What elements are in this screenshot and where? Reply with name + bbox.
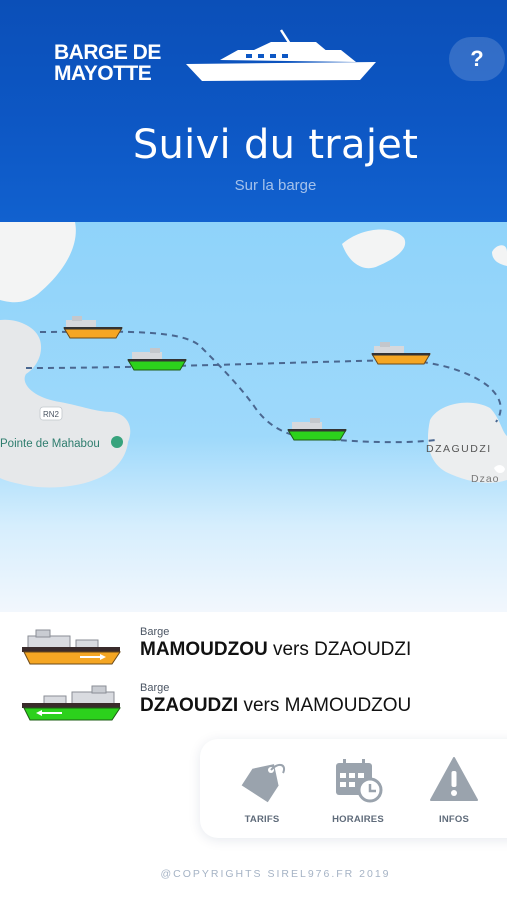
help-button[interactable]: ?	[449, 37, 505, 81]
nav-item-infos[interactable]: INFOS	[414, 739, 494, 838]
road-label: RN2	[43, 410, 60, 419]
town-label: DZAGUDZI	[426, 443, 492, 455]
page-subtitle: Sur la barge	[234, 177, 317, 194]
page-title: Suivi du trajet	[132, 122, 419, 168]
tag-icon	[241, 763, 285, 803]
nav-item-horaires[interactable]: HORAIRES	[318, 739, 398, 838]
nav-label: INFOS	[438, 814, 470, 825]
route-to: MAMOUDZOU	[284, 695, 412, 716]
poi-label: Pointe de Mahabou	[0, 438, 100, 450]
legend-caption: Barge	[140, 682, 170, 694]
route-map[interactable]: RN2 Pointe de Mahabou DZAGUDZI Dzao	[0, 222, 507, 612]
copyright-text: @COPYRIGHTS SIREL976.FR 2019	[160, 868, 391, 880]
legend-route-text: DZAOUDZI vers MAMOUDZOU	[140, 695, 411, 717]
ship-logo-icon	[186, 29, 376, 81]
green-barge-icon	[22, 685, 121, 721]
app-logo-text: BARGE DE MAYOTTE	[54, 42, 161, 84]
logo-line-1: BARGE DE	[54, 41, 161, 64]
route-to: DZAOUDZI	[314, 639, 412, 660]
bottom-nav: TARIFS HORAIRES INFOS	[200, 739, 507, 838]
warning-icon	[430, 757, 478, 801]
orange-barge-icon	[22, 629, 121, 665]
logo-line-2: MAYOTTE	[54, 62, 152, 85]
nav-label: TARIFS	[244, 814, 280, 825]
calendar-clock-icon	[336, 759, 383, 803]
route-from: DZAOUDZI	[140, 695, 239, 716]
route-vers: vers	[272, 639, 309, 660]
poi-marker-icon	[111, 436, 123, 448]
app-header: BARGE DE MAYOTTE ? Suivi du trajet Sur l…	[0, 0, 507, 222]
nav-label: HORAIRES	[332, 814, 384, 825]
route-from: MAMOUDZOU	[140, 639, 268, 660]
legend-route-text: MAMOUDZOU vers DZAOUDZI	[140, 639, 411, 661]
route-vers: vers	[243, 695, 280, 716]
legend-caption: Barge	[140, 626, 170, 638]
nav-item-tarifs[interactable]: TARIFS	[222, 739, 302, 838]
town-label-partial: Dzao	[471, 473, 500, 485]
